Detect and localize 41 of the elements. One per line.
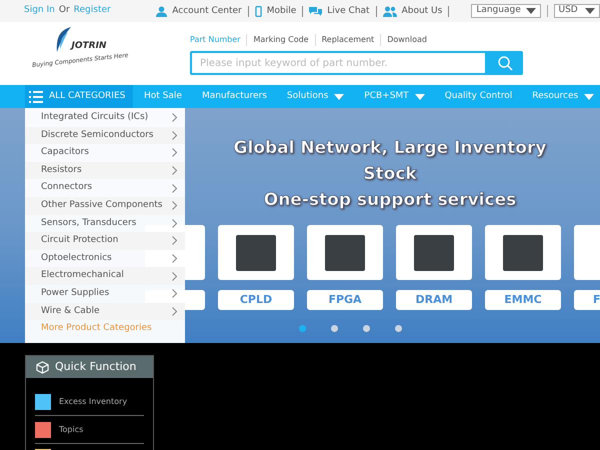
category-item[interactable]: Integrated Circuits (ICs)	[25, 109, 185, 127]
cube-icon	[36, 360, 49, 374]
user-icon	[156, 6, 168, 16]
chat-icon	[309, 6, 322, 16]
menu-icon	[29, 90, 43, 102]
or-text: Or	[58, 4, 70, 18]
search-icon	[498, 56, 512, 70]
category-item[interactable]: Sensors, Transducers	[25, 214, 185, 232]
mobile-icon	[254, 6, 262, 16]
category-item[interactable]: Resistors	[25, 162, 185, 180]
category-item[interactable]: Electromechanical	[25, 267, 185, 285]
search-tab[interactable]: Marking Code	[247, 34, 316, 46]
top-link[interactable]: About Us	[376, 6, 450, 16]
caret-icon	[334, 94, 344, 100]
search-tab[interactable]: Download	[381, 34, 433, 46]
people-icon	[382, 6, 397, 16]
caret-icon	[414, 94, 425, 100]
top-link[interactable]: Mobile	[248, 6, 304, 16]
category-item[interactable]: Circuit Protection	[25, 232, 185, 250]
quick-function-item[interactable]: Topics	[35, 416, 144, 444]
banner-subheadline: One-stop support services	[264, 189, 516, 212]
quick-function-title: Quick Function	[55, 358, 136, 375]
top-link[interactable]: Account Center	[150, 6, 249, 16]
quick-function-item[interactable]: Excess Inventory	[35, 388, 144, 416]
category-item[interactable]: Wire & Cable	[25, 302, 185, 320]
category-item[interactable]: Optoelectronics	[25, 250, 185, 268]
category-item[interactable]: Connectors	[25, 179, 185, 197]
search-tab[interactable]: Replacement	[316, 34, 382, 46]
currency-dropdown[interactable]: USD	[554, 4, 600, 18]
banner-headline: Global Network, Large Inventory Stock	[232, 137, 548, 186]
top-link[interactable]: Live Chat	[303, 6, 377, 16]
category-item[interactable]: Capacitors	[25, 144, 185, 162]
category-item[interactable]: Power Supplies	[25, 284, 185, 303]
caret-icon	[584, 94, 594, 100]
category-item[interactable]: Discrete Semiconductors	[25, 126, 185, 144]
search-button[interactable]	[487, 51, 523, 75]
search-field[interactable]: Please input keyword of part number.	[190, 51, 487, 75]
caret-icon	[585, 8, 595, 14]
category-item[interactable]: Other Passive Components	[25, 196, 185, 215]
language-dropdown[interactable]: Language	[471, 4, 541, 18]
caret-icon	[526, 8, 536, 14]
